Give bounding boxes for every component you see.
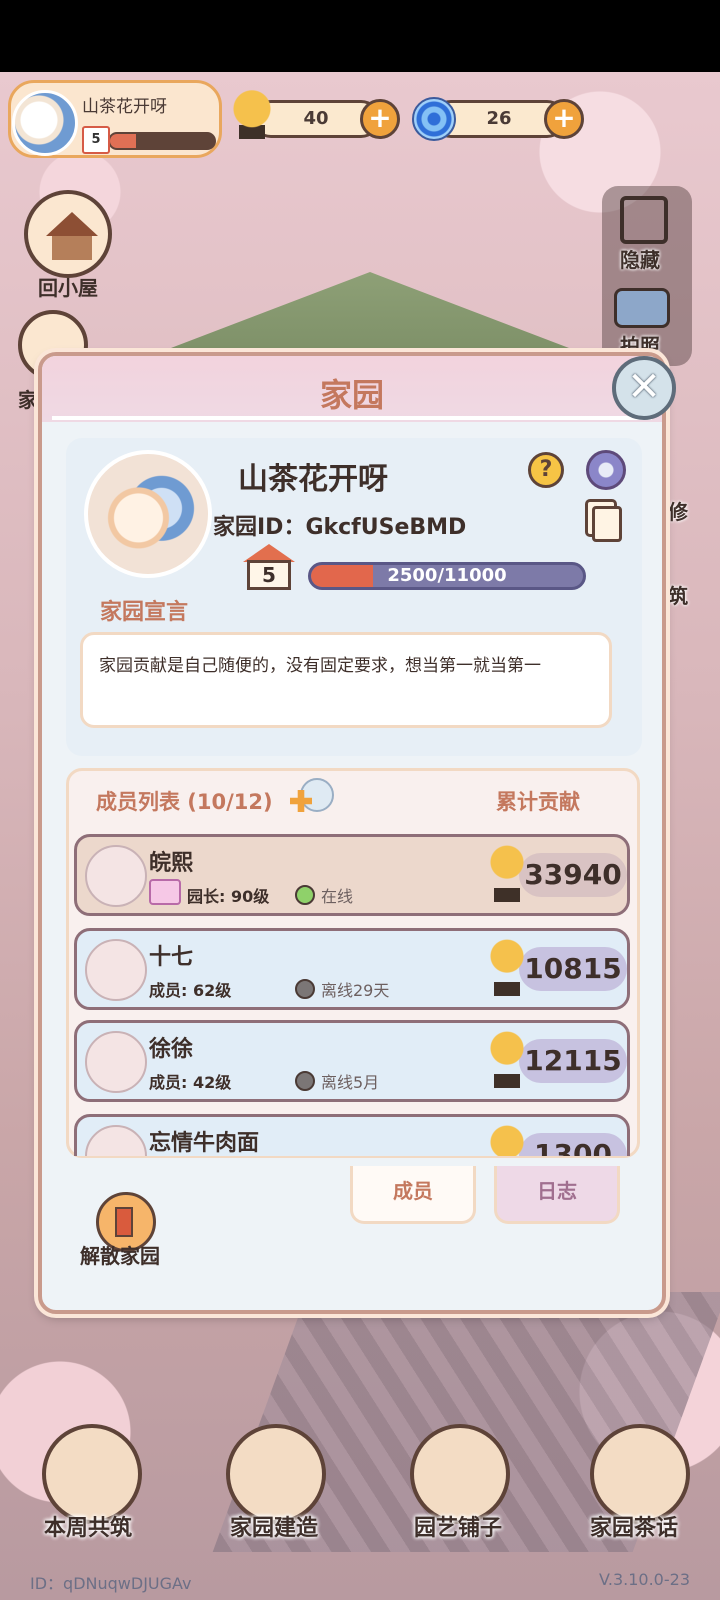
home-name: 山茶花开呀 — [238, 462, 388, 497]
tab-members[interactable]: 成员 — [350, 1166, 476, 1224]
member-name: 忘情牛肉面 — [149, 1131, 260, 1156]
player-level-bar — [108, 132, 216, 150]
member-status: 离线29天 — [321, 981, 390, 1000]
home-chat-button[interactable] — [590, 1424, 690, 1524]
member-role: 成员: 42级 — [149, 1073, 232, 1092]
weekly-build-label[interactable]: 本周共筑 — [44, 1510, 132, 1542]
declaration-title: 家园宣言 — [100, 600, 189, 625]
home-exp-bar: 2500/11000 — [308, 562, 586, 590]
player-level-bar-fill — [110, 134, 136, 148]
member-contribution: 1300 — [519, 1133, 627, 1156]
version-text: V.3.10.0-23 — [599, 1570, 690, 1589]
member-contribution: 33940 — [519, 853, 627, 897]
return-home-button[interactable]: 回小屋 — [20, 190, 116, 301]
status-dot — [295, 885, 315, 905]
tab-log[interactable]: 日志 — [494, 1166, 620, 1224]
status-bar — [0, 0, 720, 72]
member-avatar — [85, 1125, 147, 1156]
member-row[interactable]: 十七 成员: 62级 离线29天 10815 — [74, 928, 630, 1010]
member-name: 皖熙 — [149, 851, 194, 876]
garden-shop-button[interactable] — [410, 1424, 510, 1524]
add-swirl-currency-button[interactable]: + — [544, 99, 584, 139]
home-chat-label[interactable]: 家园茶话 — [590, 1510, 678, 1542]
snail-currency-icon — [226, 86, 278, 146]
player-id-text: ID：qDNuqwDJUGAv — [30, 1574, 192, 1593]
member-contribution: 12115 — [519, 1039, 627, 1083]
hide-icon[interactable] — [620, 196, 668, 244]
member-avatar — [85, 1031, 147, 1093]
home-avatar[interactable] — [84, 450, 212, 578]
member-list[interactable]: 皖熙 园长: 90级 在线 33940 十七 成员: 62级 离线29天 108… — [70, 830, 636, 1156]
home-build-button[interactable] — [226, 1424, 326, 1524]
member-avatar — [85, 845, 147, 907]
close-button[interactable]: ✕ — [612, 356, 676, 420]
home-build-label[interactable]: 家园建造 — [230, 1510, 318, 1542]
home-id-label: 家园ID： — [213, 515, 306, 540]
contribution-header: 累计贡献 — [496, 790, 580, 814]
status-dot — [295, 1071, 315, 1091]
hide-label[interactable]: 隐藏 — [620, 244, 660, 273]
copy-icon[interactable] — [592, 506, 622, 542]
member-name: 十七 — [149, 945, 194, 970]
swirl-currency-icon — [412, 97, 456, 141]
player-level-badge: 5 — [82, 126, 110, 154]
camera-icon[interactable] — [614, 288, 670, 328]
help-icon[interactable]: ? — [528, 452, 564, 488]
member-status: 离线5月 — [321, 1073, 380, 1092]
gear-icon[interactable] — [586, 450, 626, 490]
home-id-value: GkcfUSeBMD — [305, 515, 467, 540]
home-exp-text: 2500/11000 — [387, 565, 507, 586]
member-role: 成员: 62级 — [149, 981, 232, 1000]
member-contribution: 10815 — [519, 947, 627, 991]
disband-label[interactable]: 解散家园 — [80, 1240, 160, 1269]
leader-crown-icon — [149, 879, 181, 905]
member-list-header: 成员列表 (10/12) — [96, 790, 273, 814]
snail-icon — [487, 1121, 527, 1156]
member-row[interactable]: 徐徐 成员: 42级 离线5月 12115 — [74, 1020, 630, 1102]
dialog-title: 家园 — [319, 376, 384, 414]
weekly-build-button[interactable] — [42, 1424, 142, 1524]
member-status: 在线 — [321, 887, 354, 906]
garden-shop-label[interactable]: 园艺铺子 — [414, 1510, 502, 1542]
exit-door-icon — [115, 1207, 133, 1237]
home-level-badge: 5 — [243, 544, 295, 590]
house-icon — [46, 212, 98, 260]
home-id: 家园ID：GkcfUSeBMD — [213, 509, 466, 541]
member-role: 园长: 90级 — [187, 887, 270, 906]
snail-icon — [487, 935, 527, 1001]
home-level-value: 5 — [247, 560, 291, 590]
header-divider — [52, 416, 652, 420]
status-dot — [295, 979, 315, 999]
member-name: 徐徐 — [149, 1037, 194, 1062]
player-avatar[interactable] — [12, 90, 78, 156]
member-row[interactable]: 忘情牛肉面 1300 — [74, 1114, 630, 1156]
repair-label[interactable]: 修 — [668, 496, 688, 525]
member-avatar — [85, 939, 147, 1001]
declaration-text[interactable]: 家园贡献是自己随便的，没有固定要求，想当第一就当第一 — [80, 632, 612, 728]
invite-member-icon[interactable] — [300, 778, 334, 812]
snail-icon — [487, 841, 527, 907]
build-label[interactable]: 筑 — [668, 580, 688, 609]
member-row[interactable]: 皖熙 园长: 90级 在线 33940 — [74, 834, 630, 916]
snail-icon — [487, 1027, 527, 1093]
return-home-circle — [24, 190, 112, 278]
player-name: 山茶花开呀 — [82, 97, 167, 117]
add-snail-currency-button[interactable]: + — [360, 99, 400, 139]
cloud-avatar-icon — [102, 468, 198, 564]
dialog-header: 家园 — [42, 356, 662, 422]
